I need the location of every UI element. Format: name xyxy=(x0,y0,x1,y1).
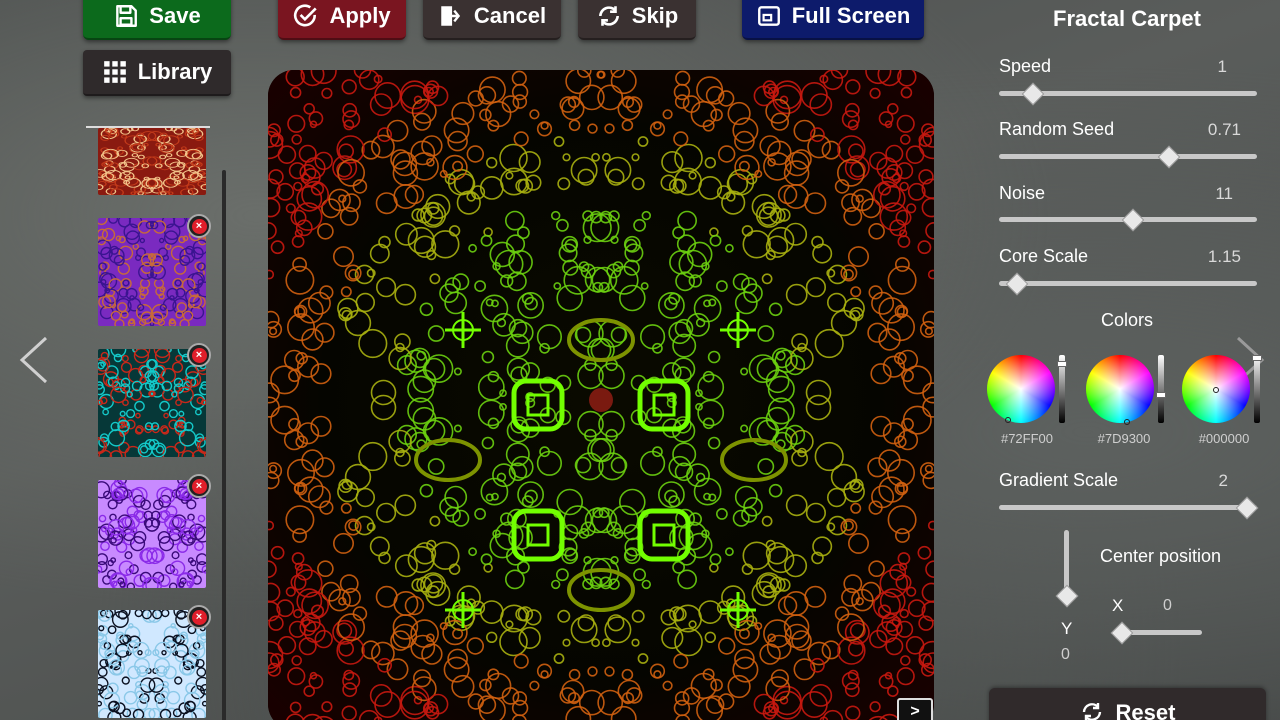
cancel-button[interactable]: Cancel xyxy=(423,0,561,40)
color-2-hex: #7D9300 xyxy=(1097,431,1151,446)
library-thumbnail[interactable] xyxy=(98,610,206,718)
save-button[interactable]: Save xyxy=(83,0,231,40)
random-seed-value: 0.71 xyxy=(1207,120,1241,139)
color-wheel-1-picker[interactable] xyxy=(1005,417,1011,423)
close-icon: × xyxy=(191,478,207,494)
color-wheel-3-picker[interactable] xyxy=(1213,387,1219,393)
core-scale-slider-handle[interactable] xyxy=(1005,272,1029,295)
delete-thumbnail-button[interactable]: × xyxy=(187,343,211,367)
cancel-button-label: Cancel xyxy=(473,3,547,28)
color-wheel-1[interactable] xyxy=(987,355,1055,423)
fullscreen-button-label: Full Screen xyxy=(791,3,911,28)
speed-slider-handle[interactable] xyxy=(1021,82,1044,105)
gradient-scale-label: Gradient Scale xyxy=(999,470,1119,490)
library-button[interactable]: Library xyxy=(83,50,231,96)
refresh-icon xyxy=(1082,703,1101,720)
center-position-label: Center position xyxy=(1100,546,1222,566)
color-1-hex: #72FF00 xyxy=(1000,431,1054,446)
delete-thumbnail-button[interactable]: × xyxy=(187,474,211,498)
apply-button[interactable]: Apply xyxy=(278,0,406,40)
canvas-toggle-button[interactable]: > xyxy=(897,698,933,720)
color-3-brightness-handle[interactable] xyxy=(1252,355,1262,361)
grid-icon xyxy=(103,61,126,83)
speed-value: 1 xyxy=(1217,57,1227,76)
center-y-value: 0 xyxy=(1061,646,1070,663)
colors-label: Colors xyxy=(1100,310,1153,330)
fullscreen-button[interactable]: Full Screen xyxy=(742,0,924,40)
random-seed-slider-handle[interactable] xyxy=(1157,145,1181,168)
noise-value: 11 xyxy=(1215,184,1233,203)
close-icon: × xyxy=(191,218,207,234)
speed-slider[interactable] xyxy=(999,82,1257,105)
panel-title: Fractal Carpet xyxy=(1053,6,1201,31)
noise-label: Noise xyxy=(999,183,1046,203)
delete-thumbnail-button[interactable]: × xyxy=(187,605,211,629)
center-x-slider-handle[interactable] xyxy=(1110,621,1134,644)
center-x-value: 0 xyxy=(1163,597,1172,614)
fractal-preview[interactable] xyxy=(268,70,934,720)
save-icon xyxy=(116,5,138,27)
color-2-brightness-handle[interactable] xyxy=(1156,392,1166,399)
color-2-brightness-slider[interactable] xyxy=(1156,355,1166,423)
fullscreen-icon xyxy=(757,6,780,26)
check-circle-icon xyxy=(294,4,318,27)
color-wheel-2[interactable] xyxy=(1086,355,1154,425)
skip-button-label: Skip xyxy=(631,3,679,28)
speed-label: Speed xyxy=(999,56,1052,76)
previous-arrow-icon[interactable] xyxy=(14,330,54,390)
delete-thumbnail-button[interactable]: × xyxy=(187,214,211,238)
center-y-slider-handle[interactable] xyxy=(1055,584,1078,608)
center-y-label: Y xyxy=(1061,619,1073,638)
center-x-label: X xyxy=(1112,596,1124,615)
library-thumbnail[interactable] xyxy=(98,349,206,457)
library-scrollbar[interactable] xyxy=(222,170,226,720)
apply-button-label: Apply xyxy=(329,3,391,28)
reset-button-label: Reset xyxy=(1115,700,1176,720)
color-wheel-2-picker[interactable] xyxy=(1124,419,1130,425)
refresh-icon xyxy=(598,6,619,26)
center-x-slider[interactable] xyxy=(1110,621,1202,644)
core-scale-label: Core Scale xyxy=(999,246,1089,266)
core-scale-value: 1.15 xyxy=(1207,247,1241,266)
noise-slider[interactable] xyxy=(999,208,1257,231)
library-thumbnail[interactable] xyxy=(98,128,206,195)
random-seed-label: Random Seed xyxy=(999,119,1115,139)
reset-button[interactable]: Reset xyxy=(989,688,1266,720)
color-3-hex: #000000 xyxy=(1198,431,1250,446)
color-1-brightness-handle[interactable] xyxy=(1057,361,1067,368)
exit-door-icon xyxy=(441,6,461,26)
color-wheel-3[interactable] xyxy=(1182,355,1250,423)
center-y-slider[interactable] xyxy=(1055,530,1078,608)
library-button-label: Library xyxy=(137,59,213,84)
gradient-scale-slider[interactable] xyxy=(999,496,1258,519)
color-3-brightness-slider[interactable] xyxy=(1252,355,1262,423)
gradient-scale-value: 2 xyxy=(1218,471,1228,490)
noise-slider-handle[interactable] xyxy=(1121,208,1145,231)
close-icon: × xyxy=(191,347,207,363)
gradient-scale-slider-handle[interactable] xyxy=(1235,496,1258,519)
skip-button[interactable]: Skip xyxy=(578,0,696,40)
library-thumbnail[interactable] xyxy=(98,480,206,588)
close-icon: × xyxy=(191,609,207,625)
save-button-label: Save xyxy=(149,3,201,28)
core-scale-slider[interactable] xyxy=(999,272,1257,295)
color-1-brightness-slider[interactable] xyxy=(1057,355,1067,423)
random-seed-slider[interactable] xyxy=(999,145,1257,168)
